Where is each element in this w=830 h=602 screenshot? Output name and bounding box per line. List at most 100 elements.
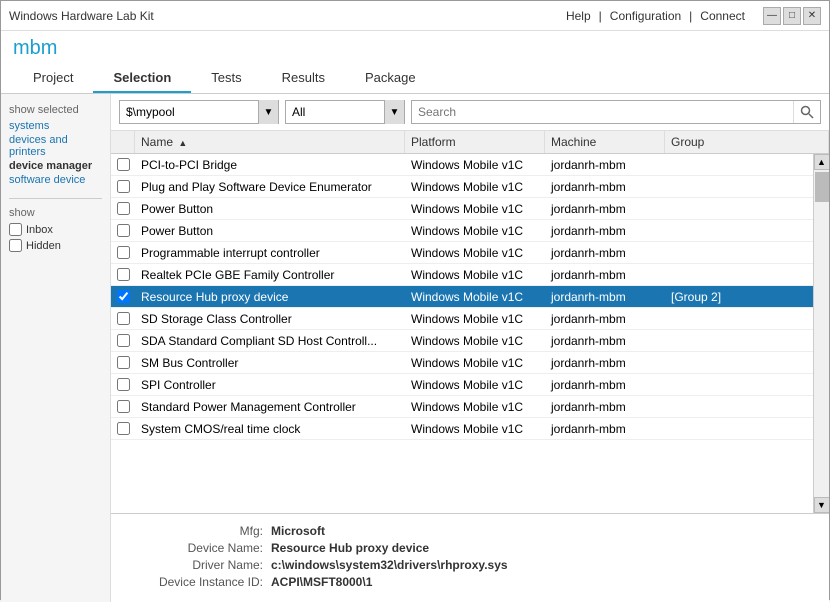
- sidebar-show-selected-title: show selected: [9, 104, 102, 116]
- row-checkbox[interactable]: [117, 290, 130, 303]
- table-row[interactable]: Realtek PCIe GBE Family ControllerWindow…: [111, 264, 813, 286]
- device-name-label: Device Name:: [131, 541, 271, 555]
- tab-tests[interactable]: Tests: [191, 64, 261, 93]
- row-name: Standard Power Management Controller: [135, 398, 405, 416]
- toolbar: $\mypool ▼ All ▼: [111, 94, 829, 131]
- sidebar-hidden-checkbox[interactable]: Hidden: [9, 239, 102, 252]
- table-row[interactable]: Plug and Play Software Device Enumerator…: [111, 176, 813, 198]
- filter-dropdown[interactable]: All ▼: [285, 100, 405, 124]
- row-machine: jordanrh-mbm: [545, 200, 665, 218]
- table-row[interactable]: SD Storage Class ControllerWindows Mobil…: [111, 308, 813, 330]
- row-group: [665, 251, 813, 255]
- device-table: Name ▲ Platform Machine Group PCI-to-PCI…: [111, 131, 829, 513]
- row-checkbox[interactable]: [117, 202, 130, 215]
- pool-value: $\mypool: [120, 105, 258, 119]
- minimize-button[interactable]: —: [763, 7, 781, 25]
- sidebar-inbox-checkbox[interactable]: Inbox: [9, 223, 102, 236]
- row-platform: Windows Mobile v1C: [405, 222, 545, 240]
- search-input[interactable]: [412, 105, 793, 119]
- table-row[interactable]: Power ButtonWindows Mobile v1Cjordanrh-m…: [111, 220, 813, 242]
- sidebar-show-title: show: [9, 207, 102, 219]
- search-icon: [800, 105, 814, 119]
- sidebar-devices-printers[interactable]: devices and printers: [9, 134, 102, 158]
- tab-selection[interactable]: Selection: [93, 64, 191, 93]
- row-group: [665, 361, 813, 365]
- row-name: Plug and Play Software Device Enumerator: [135, 178, 405, 196]
- col-name[interactable]: Name ▲: [135, 131, 405, 153]
- configuration-link[interactable]: Configuration: [610, 9, 681, 23]
- tab-results[interactable]: Results: [262, 64, 345, 93]
- row-checkbox[interactable]: [117, 356, 130, 369]
- row-checkbox[interactable]: [117, 180, 130, 193]
- table-row[interactable]: Programmable interrupt controllerWindows…: [111, 242, 813, 264]
- scroll-thumb[interactable]: [815, 172, 829, 202]
- row-group: [665, 273, 813, 277]
- sidebar-software-device[interactable]: software device: [9, 174, 102, 186]
- table-row[interactable]: Power ButtonWindows Mobile v1Cjordanrh-m…: [111, 198, 813, 220]
- hidden-checkbox-input[interactable]: [9, 239, 22, 252]
- scroll-up-button[interactable]: ▲: [814, 154, 830, 170]
- table-row[interactable]: SM Bus ControllerWindows Mobile v1Cjorda…: [111, 352, 813, 374]
- row-checkbox[interactable]: [117, 158, 130, 171]
- restore-button[interactable]: □: [783, 7, 801, 25]
- row-group: [665, 317, 813, 321]
- row-checkbox[interactable]: [117, 246, 130, 259]
- row-machine: jordanrh-mbm: [545, 266, 665, 284]
- row-group: [665, 163, 813, 167]
- table-row[interactable]: SPI ControllerWindows Mobile v1Cjordanrh…: [111, 374, 813, 396]
- row-machine: jordanrh-mbm: [545, 156, 665, 174]
- help-link[interactable]: Help: [566, 9, 591, 23]
- row-machine: jordanrh-mbm: [545, 398, 665, 416]
- search-button[interactable]: [793, 101, 820, 123]
- table-row[interactable]: SDA Standard Compliant SD Host Controll.…: [111, 330, 813, 352]
- sidebar-systems[interactable]: systems: [9, 120, 102, 132]
- sidebar: show selected systems devices and printe…: [1, 94, 111, 602]
- connect-link[interactable]: Connect: [700, 9, 745, 23]
- mfg-value: Microsoft: [271, 524, 325, 538]
- row-checkbox[interactable]: [117, 224, 130, 237]
- row-machine: jordanrh-mbm: [545, 178, 665, 196]
- table-row[interactable]: Standard Power Management ControllerWind…: [111, 396, 813, 418]
- row-name: Programmable interrupt controller: [135, 244, 405, 262]
- row-platform: Windows Mobile v1C: [405, 398, 545, 416]
- table-row[interactable]: System CMOS/real time clockWindows Mobil…: [111, 418, 813, 440]
- pool-dropdown[interactable]: $\mypool ▼: [119, 100, 279, 124]
- device-instance-value: ACPI\MSFT8000\1: [271, 575, 372, 589]
- tab-project[interactable]: Project: [13, 64, 93, 93]
- sidebar-device-manager[interactable]: device manager: [9, 160, 102, 172]
- row-machine: jordanrh-mbm: [545, 354, 665, 372]
- scroll-down-button[interactable]: ▼: [814, 497, 830, 513]
- sidebar-divider: [9, 198, 102, 199]
- window-controls: — □ ✕: [763, 7, 821, 25]
- row-checkbox[interactable]: [117, 334, 130, 347]
- row-checkbox[interactable]: [117, 378, 130, 391]
- row-checkbox[interactable]: [117, 268, 130, 281]
- row-group: [665, 405, 813, 409]
- pool-dropdown-arrow[interactable]: ▼: [258, 100, 278, 124]
- row-platform: Windows Mobile v1C: [405, 332, 545, 350]
- filter-dropdown-arrow[interactable]: ▼: [384, 100, 404, 124]
- row-machine: jordanrh-mbm: [545, 222, 665, 240]
- device-instance-label: Device Instance ID:: [131, 575, 271, 589]
- search-box[interactable]: [411, 100, 821, 124]
- detail-device-name-row: Device Name: Resource Hub proxy device: [131, 541, 809, 555]
- row-platform: Windows Mobile v1C: [405, 310, 545, 328]
- close-button[interactable]: ✕: [803, 7, 821, 25]
- title-bar: Windows Hardware Lab Kit Help | Configur…: [1, 1, 829, 31]
- row-checkbox[interactable]: [117, 422, 130, 435]
- row-checkbox[interactable]: [117, 312, 130, 325]
- device-name-value: Resource Hub proxy device: [271, 541, 429, 555]
- driver-name-label: Driver Name:: [131, 558, 271, 572]
- table-body: PCI-to-PCI BridgeWindows Mobile v1Cjorda…: [111, 154, 813, 513]
- inbox-checkbox-input[interactable]: [9, 223, 22, 236]
- row-checkbox[interactable]: [117, 400, 130, 413]
- tab-package[interactable]: Package: [345, 64, 436, 93]
- row-platform: Windows Mobile v1C: [405, 178, 545, 196]
- detail-panel: Mfg: Microsoft Device Name: Resource Hub…: [111, 513, 829, 602]
- row-group: [665, 229, 813, 233]
- row-platform: Windows Mobile v1C: [405, 156, 545, 174]
- table-row[interactable]: Resource Hub proxy deviceWindows Mobile …: [111, 286, 813, 308]
- row-name: SM Bus Controller: [135, 354, 405, 372]
- scrollbar[interactable]: ▲ ▼: [813, 154, 829, 513]
- table-row[interactable]: PCI-to-PCI BridgeWindows Mobile v1Cjorda…: [111, 154, 813, 176]
